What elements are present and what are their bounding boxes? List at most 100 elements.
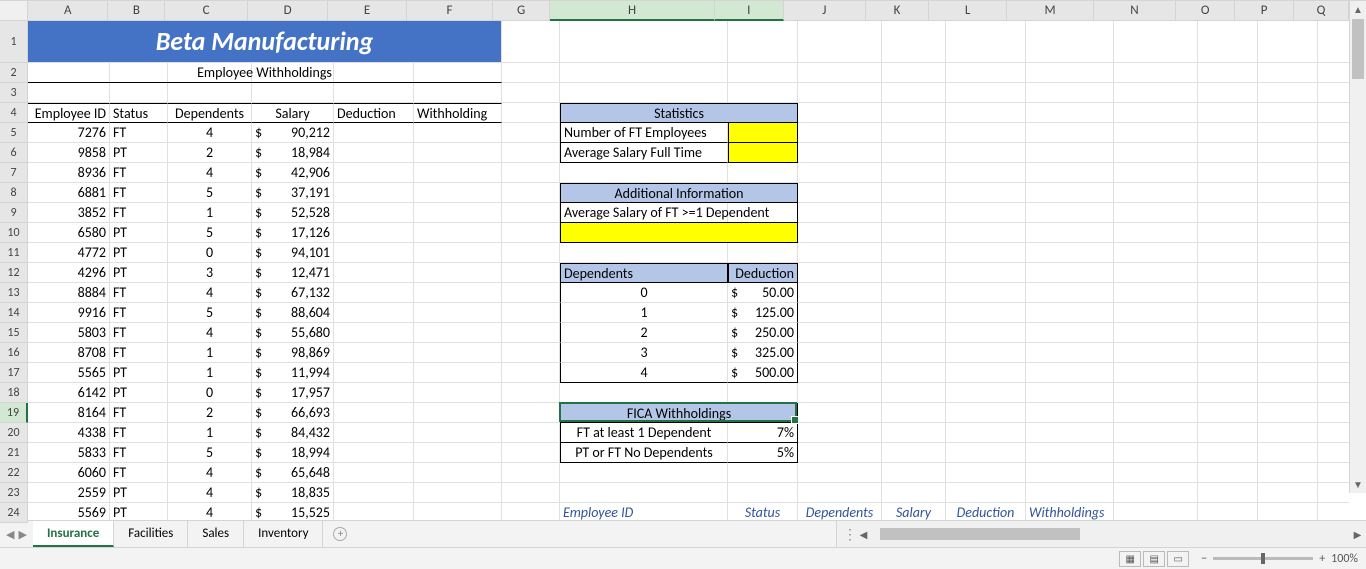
cell-N20[interactable]	[1114, 423, 1198, 443]
cell-E6[interactable]	[334, 143, 414, 163]
cell-dependents[interactable]: 0	[168, 383, 252, 403]
ded-dep[interactable]: 3	[560, 343, 728, 363]
cell-F21[interactable]	[414, 443, 502, 463]
cell-F20[interactable]	[414, 423, 502, 443]
cell-I23[interactable]	[728, 483, 798, 503]
cell-O8[interactable]	[1198, 183, 1258, 203]
cell-id[interactable]: 5803	[28, 323, 110, 343]
cell-J5[interactable]	[798, 123, 882, 143]
cell-O11[interactable]	[1198, 243, 1258, 263]
cell-Q12[interactable]	[1318, 263, 1349, 283]
cell-H18[interactable]	[560, 383, 728, 403]
cell-salary[interactable]: $17,126	[252, 223, 334, 243]
col-header-O[interactable]: O	[1176, 1, 1235, 21]
cell-salary[interactable]: $18,984	[252, 143, 334, 163]
cell-id[interactable]: 6060	[28, 463, 110, 483]
view-page-break-icon[interactable]: ▭	[1167, 551, 1189, 567]
col-header-J[interactable]: J	[784, 1, 866, 21]
cell-P14[interactable]	[1258, 303, 1318, 323]
cell-Q16[interactable]	[1318, 343, 1349, 363]
cell-Q3[interactable]	[1318, 83, 1349, 103]
cell-P10[interactable]	[1258, 223, 1318, 243]
row-header-5[interactable]: 5	[0, 123, 28, 143]
cell-J18[interactable]	[798, 383, 882, 403]
cell-P17[interactable]	[1258, 363, 1318, 383]
cell-status[interactable]: FT	[110, 343, 168, 363]
cell-K1[interactable]	[882, 21, 946, 63]
row-header-1[interactable]: 1	[0, 21, 28, 63]
cell-M18[interactable]	[1026, 383, 1114, 403]
scroll-up-icon[interactable]: ▲	[1350, 1, 1366, 18]
cell-status[interactable]: FT	[110, 183, 168, 203]
cell-F19[interactable]	[414, 403, 502, 423]
col-header-F[interactable]: F	[407, 1, 493, 21]
cell-salary[interactable]: $90,212	[252, 123, 334, 143]
cell-Q4[interactable]	[1318, 103, 1349, 123]
ded-dep[interactable]: 2	[560, 323, 728, 343]
cell-O21[interactable]	[1198, 443, 1258, 463]
col-header-M[interactable]: M	[1007, 1, 1093, 21]
cell-L18[interactable]	[946, 383, 1026, 403]
spreadsheet-grid[interactable]: ABCDEFGHIJKLMNOPQ 1234567891011121314151…	[0, 0, 1366, 520]
cell-L10[interactable]	[946, 223, 1026, 243]
cell-P2[interactable]	[1258, 63, 1318, 83]
cell-salary[interactable]: $67,132	[252, 283, 334, 303]
row-header-21[interactable]: 21	[0, 443, 28, 463]
cell-id[interactable]: 9916	[28, 303, 110, 323]
cell-G17[interactable]	[502, 363, 560, 383]
vertical-scrollbar[interactable]: ▲ ▼	[1349, 1, 1366, 493]
row-header-22[interactable]: 22	[0, 463, 28, 483]
col-header-K[interactable]: K	[866, 1, 929, 21]
cell-O10[interactable]	[1198, 223, 1258, 243]
row-header-4[interactable]: 4	[0, 103, 28, 123]
cell-F5[interactable]	[414, 123, 502, 143]
cell-P6[interactable]	[1258, 143, 1318, 163]
cell-O16[interactable]	[1198, 343, 1258, 363]
cell-J7[interactable]	[798, 163, 882, 183]
addl-value[interactable]	[560, 223, 798, 243]
col-header-C[interactable]: C	[165, 1, 247, 21]
row-header-17[interactable]: 17	[0, 363, 28, 383]
cell-dependents[interactable]: 0	[168, 243, 252, 263]
row-header-13[interactable]: 13	[0, 283, 28, 303]
cell-status[interactable]: PT	[110, 363, 168, 383]
cell-J17[interactable]	[798, 363, 882, 383]
cell-Q23[interactable]	[1318, 483, 1349, 503]
cell-G3[interactable]	[502, 83, 560, 103]
cell-N16[interactable]	[1114, 343, 1198, 363]
ded-dep[interactable]: 4	[560, 363, 728, 383]
cell-G22[interactable]	[502, 463, 560, 483]
cell-dependents[interactable]: 4	[168, 323, 252, 343]
cell-F9[interactable]	[414, 203, 502, 223]
cell-E16[interactable]	[334, 343, 414, 363]
zoom-level[interactable]: 100%	[1331, 552, 1358, 566]
cell-id[interactable]: 6142	[28, 383, 110, 403]
cell-salary[interactable]: $42,906	[252, 163, 334, 183]
cell-M9[interactable]	[1026, 203, 1114, 223]
cell-id[interactable]: 3852	[28, 203, 110, 223]
cell-G6[interactable]	[502, 143, 560, 163]
cell-O7[interactable]	[1198, 163, 1258, 183]
cell-E19[interactable]	[334, 403, 414, 423]
cell-N3[interactable]	[1114, 83, 1198, 103]
cell-H23[interactable]	[560, 483, 728, 503]
cell-status[interactable]: FT	[110, 463, 168, 483]
cell-P9[interactable]	[1258, 203, 1318, 223]
cell-K13[interactable]	[882, 283, 946, 303]
cell-G9[interactable]	[502, 203, 560, 223]
cell-I7[interactable]	[728, 163, 798, 183]
cell-K6[interactable]	[882, 143, 946, 163]
cell-M10[interactable]	[1026, 223, 1114, 243]
cell-O9[interactable]	[1198, 203, 1258, 223]
cell-dependents[interactable]: 4	[168, 123, 252, 143]
cell-E9[interactable]	[334, 203, 414, 223]
cell-O18[interactable]	[1198, 383, 1258, 403]
row-header-24[interactable]: 24	[0, 503, 28, 523]
cell-G18[interactable]	[502, 383, 560, 403]
sheet-tab-inventory[interactable]: Inventory	[244, 521, 323, 547]
cell-N2[interactable]	[1114, 63, 1198, 83]
fica-val[interactable]: 5%	[728, 443, 798, 463]
cell-J22[interactable]	[798, 463, 882, 483]
cell-Q21[interactable]	[1318, 443, 1349, 463]
cell-M13[interactable]	[1026, 283, 1114, 303]
